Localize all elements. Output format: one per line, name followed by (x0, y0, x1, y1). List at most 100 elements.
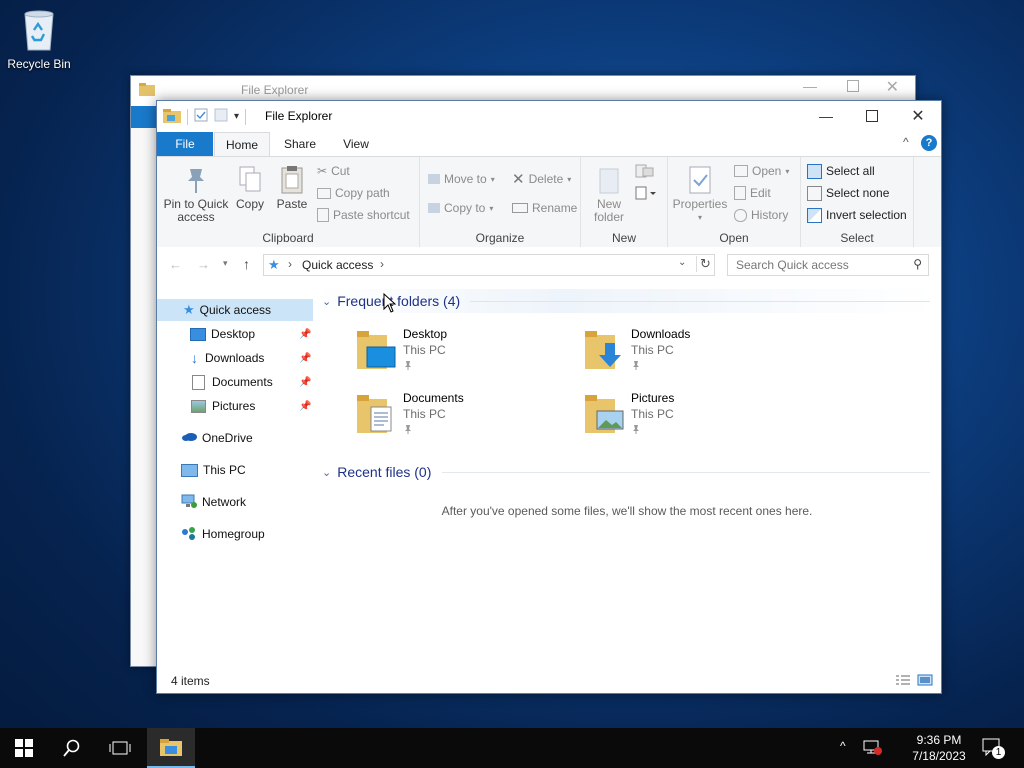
nav-item-documents[interactable]: Documents 📌 (157, 371, 313, 393)
search-button[interactable] (48, 728, 96, 768)
edit-button[interactable]: Edit (734, 184, 771, 202)
file-explorer-window[interactable]: ▾ File Explorer — ✕ File Home Share View… (156, 100, 942, 694)
dropdown-arrow-icon: ▾ (567, 174, 572, 184)
history-label: History (751, 208, 789, 222)
nav-label: This PC (203, 463, 246, 477)
properties-button[interactable]: Properties ▾ (670, 165, 730, 224)
refresh-icon[interactable]: ↻ (696, 256, 711, 272)
pin-icon[interactable]: 📌 (299, 377, 311, 388)
copy-to-button[interactable]: Copy to ▾ (428, 199, 493, 217)
dropdown-arrow-icon: ▾ (490, 174, 495, 184)
nav-item-homegroup[interactable]: Homegroup (157, 523, 313, 545)
action-center-button[interactable]: 1 (982, 738, 1005, 759)
history-button[interactable]: History (734, 206, 788, 224)
cut-button[interactable]: ✂ Cut (317, 162, 350, 180)
nav-item-downloads[interactable]: ↓ Downloads 📌 (157, 347, 313, 369)
customize-toolbar-icon[interactable]: ▾ (234, 111, 239, 122)
copy-path-icon (317, 187, 331, 199)
minimize-icon[interactable]: — (803, 78, 817, 94)
rename-button[interactable]: Rename (512, 199, 577, 217)
taskbar-file-explorer-button[interactable] (147, 728, 195, 768)
nav-item-quick-access[interactable]: ★ Quick access (157, 299, 313, 321)
paste-shortcut-button[interactable]: Paste shortcut (317, 206, 410, 224)
clock[interactable]: 9:36 PM 7/18/2023 (906, 732, 972, 764)
search-box[interactable]: Search Quick access ⚲ (727, 254, 929, 276)
folder-tile-downloads[interactable]: Downloads This PC (585, 327, 805, 383)
invert-selection-icon (807, 207, 822, 223)
details-view-icon[interactable] (895, 674, 911, 689)
tab-view[interactable]: View (331, 132, 381, 156)
select-none-button[interactable]: Select none (807, 184, 889, 202)
up-arrow-icon[interactable]: ↑ (243, 256, 250, 272)
pin-to-quick-access-button[interactable]: Pin to Quick access (161, 165, 231, 224)
pin-icon[interactable]: 📌 (299, 353, 311, 364)
nav-item-network[interactable]: Network (157, 491, 313, 513)
select-all-button[interactable]: Select all (807, 162, 875, 180)
file-explorer-icon (160, 739, 182, 756)
computer-icon (181, 463, 198, 477)
start-button[interactable] (0, 728, 48, 768)
pin-label-line2: access (177, 210, 215, 224)
edit-icon (734, 186, 746, 200)
forward-arrow-icon[interactable]: → (197, 257, 210, 272)
pin-icon[interactable]: 📌 (299, 401, 311, 412)
nav-item-this-pc[interactable]: This PC (157, 459, 313, 481)
recent-files-header[interactable]: ⌄ Recent files (0) (322, 460, 431, 484)
background-pane-edge (131, 128, 158, 666)
breadcrumb-quick-access[interactable]: Quick access (302, 258, 373, 272)
documents-icon (192, 374, 205, 390)
pin-icon[interactable]: 📌 (299, 329, 311, 340)
invert-selection-button[interactable]: Invert selection (807, 206, 907, 224)
back-arrow-icon[interactable]: ← (169, 257, 182, 272)
nav-item-desktop[interactable]: Desktop 📌 (157, 323, 313, 345)
desktop-folder-icon (357, 331, 396, 369)
tab-share[interactable]: Share (275, 132, 325, 156)
delete-button[interactable]: ✕ Delete ▾ (512, 170, 571, 188)
folder-tile-desktop[interactable]: Desktop This PC (357, 327, 577, 383)
move-to-button[interactable]: Move to ▾ (428, 170, 495, 188)
search-icon (63, 739, 80, 757)
open-button[interactable]: Open ▾ (734, 162, 789, 180)
nav-label: Pictures (212, 399, 256, 413)
pin-icon (403, 359, 413, 373)
paste-button[interactable]: Paste (273, 165, 311, 211)
breadcrumb-separator-icon: › (288, 257, 292, 271)
tab-file[interactable]: File (157, 132, 213, 156)
minimize-button[interactable]: — (803, 101, 849, 131)
show-hidden-icons-chevron-icon[interactable]: ^ (840, 739, 846, 753)
copy-button[interactable]: Copy (233, 165, 267, 211)
breadcrumb-separator-icon[interactable]: › (380, 257, 384, 271)
item-count: 4 items (171, 674, 210, 688)
close-button[interactable]: ✕ (895, 101, 941, 131)
copy-path-button[interactable]: Copy path (317, 184, 390, 202)
folder-tile-documents[interactable]: Documents This PC (357, 391, 577, 447)
easy-access-icon[interactable] (635, 185, 657, 204)
network-status-icon[interactable] (862, 739, 882, 758)
nav-item-pictures[interactable]: Pictures 📌 (157, 395, 313, 417)
minimize-icon: — (819, 108, 833, 124)
collapse-ribbon-icon[interactable]: ^ (903, 135, 909, 149)
header-divider (442, 472, 930, 473)
maximize-icon[interactable] (847, 80, 859, 92)
nav-item-onedrive[interactable]: OneDrive (157, 427, 313, 449)
new-folder-button[interactable]: New folder (587, 165, 631, 224)
task-view-button[interactable] (96, 728, 144, 768)
large-icons-view-icon[interactable] (917, 674, 933, 689)
address-bar[interactable]: ★ › Quick access › ⌄ ↻ (263, 254, 715, 276)
search-input[interactable]: Search Quick access (736, 258, 849, 272)
recycle-bin-desktop-icon[interactable]: Recycle Bin (6, 8, 72, 71)
star-icon: ★ (183, 302, 195, 317)
properties-quick-icon[interactable] (194, 108, 208, 125)
folder-tile-pictures[interactable]: Pictures This PC (585, 391, 805, 447)
pictures-folder-icon (585, 395, 624, 433)
new-item-icon[interactable] (635, 163, 657, 182)
divider (187, 108, 188, 125)
tab-home[interactable]: Home (214, 132, 270, 157)
recent-locations-icon[interactable]: ▾ (223, 258, 228, 269)
maximize-button[interactable] (849, 101, 895, 131)
new-folder-quick-icon[interactable] (214, 108, 228, 125)
close-icon[interactable]: ✕ (886, 77, 899, 97)
help-icon[interactable]: ? (921, 135, 937, 151)
address-dropdown-icon[interactable]: ⌄ (678, 257, 686, 268)
move-to-icon (428, 174, 440, 184)
